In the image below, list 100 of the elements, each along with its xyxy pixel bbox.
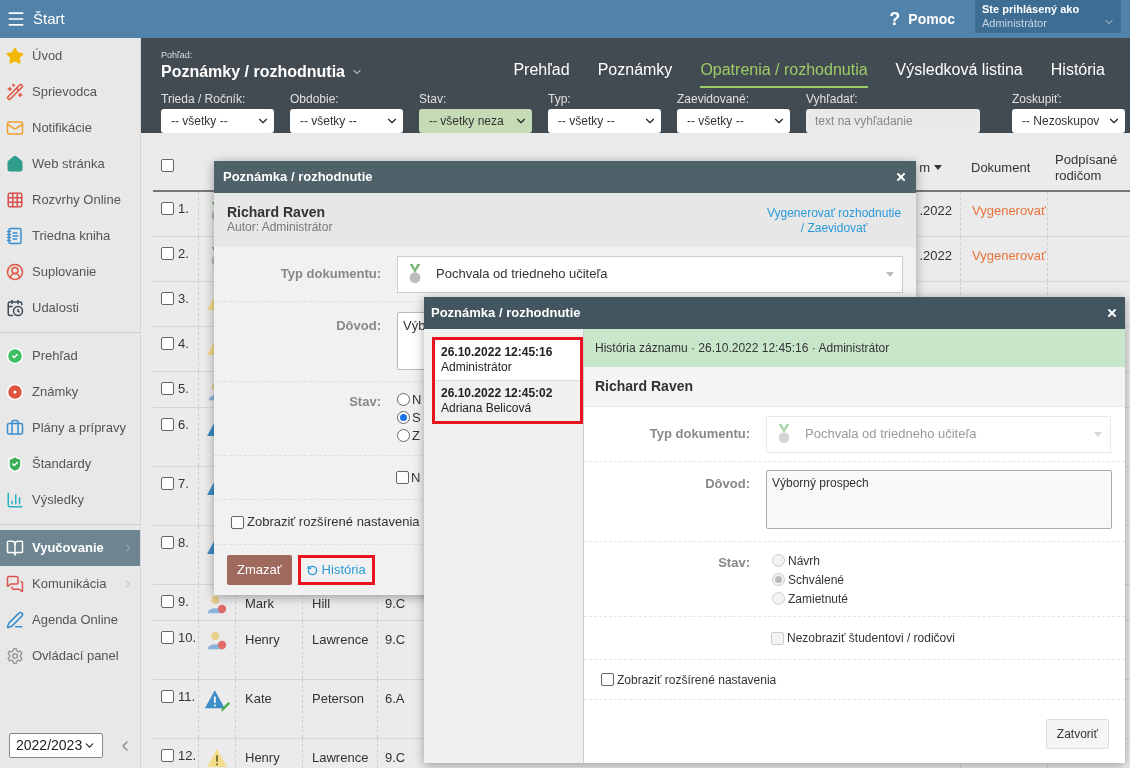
tab[interactable]: Opatrenia / rozhodnutia — [700, 58, 868, 88]
radio-label: N — [412, 390, 422, 409]
sidebar-item[interactable]: Vyučovanie — [0, 530, 140, 566]
tab[interactable]: Prehľad — [513, 58, 570, 88]
tab[interactable]: Výsledková listina — [895, 58, 1023, 88]
view-switcher[interactable]: Poznámky / rozhodnutia — [161, 60, 363, 84]
column-header[interactable]: Dokument — [971, 159, 1031, 176]
field-label: Stav: — [717, 554, 750, 572]
dialog-title: Poznámka / rozhodnutie — [431, 304, 581, 323]
home-title[interactable]: Štart — [33, 7, 65, 31]
author-text: Autor: Administrátor — [227, 220, 333, 234]
filter-select[interactable]: -- všetky neza — [419, 109, 532, 133]
filter-label: Obdobie: — [290, 92, 340, 107]
advanced-checkbox[interactable] — [231, 515, 244, 529]
check-circle-icon — [6, 347, 24, 365]
history-banner: História záznamu · 26.10.2022 12:45:16 · Administrátor — [584, 329, 1125, 367]
sidebar-item[interactable]: Agenda Online — [0, 602, 140, 638]
select-all-checkbox[interactable] — [161, 158, 174, 172]
sidebar-item[interactable]: Rozvrhy Online — [0, 182, 140, 218]
tab[interactable]: Poznámky — [597, 58, 673, 88]
close-icon[interactable] — [1106, 307, 1118, 319]
house-icon — [6, 155, 24, 173]
row-checkbox[interactable] — [161, 631, 174, 644]
search-field[interactable]: text na vyhľadanie — [806, 109, 980, 133]
filter-select[interactable]: -- všetky -- — [290, 109, 403, 133]
table-cell: 9.C — [385, 632, 406, 647]
row-checkbox[interactable] — [161, 536, 174, 549]
tab[interactable]: História — [1050, 58, 1105, 88]
open-book-icon — [6, 539, 24, 557]
help-icon[interactable]: ? — [889, 5, 901, 33]
filter-select[interactable]: -- všetky -- — [161, 109, 274, 133]
sort-caret-icon — [934, 165, 942, 170]
row-number: 4. — [178, 337, 189, 351]
row-number: 3. — [178, 292, 189, 306]
gear-icon — [6, 647, 24, 665]
checkbox-label: Zobraziť rozšírené nastavenia — [247, 513, 420, 532]
row-number: 9. — [178, 595, 189, 609]
row-number: 2. — [178, 247, 189, 261]
sidebar-item[interactable]: Prehľad — [0, 338, 140, 374]
student-name: Richard Raven — [227, 204, 327, 220]
table-cell-text: .2022 — [919, 247, 952, 265]
row-checkbox[interactable] — [161, 202, 174, 215]
row-checkbox[interactable] — [161, 749, 174, 762]
row-checkbox[interactable] — [161, 418, 174, 431]
sidebar-item[interactable]: Triedna kniha — [0, 218, 140, 254]
student-name: Richard Raven — [595, 377, 694, 396]
sidebar-item[interactable]: Ovládací panel — [0, 638, 140, 674]
sidebar-item[interactable]: Udalosti — [0, 290, 140, 326]
close-icon[interactable] — [895, 171, 907, 183]
column-header[interactable]: Podpísané rodičom — [1055, 151, 1130, 184]
row-number: 7. — [178, 477, 189, 491]
year-select[interactable]: 2022/2023 — [9, 733, 103, 758]
document-type-select[interactable]: Pochvala od triedneho učiteľa — [397, 255, 903, 293]
table-cell: Hill — [312, 596, 331, 611]
sidebar-item[interactable]: Úvod — [0, 38, 140, 74]
filter-select[interactable]: -- všetky -- — [548, 109, 661, 133]
row-checkbox[interactable] — [161, 337, 174, 350]
row-checkbox[interactable] — [161, 595, 174, 608]
filter-label: Zaevidované: — [677, 92, 751, 107]
row-checkbox[interactable] — [161, 382, 174, 395]
sidebar-item[interactable]: Notifikácie — [0, 110, 140, 146]
sidebar-item[interactable]: Známky — [0, 374, 140, 410]
menu-icon[interactable] — [6, 9, 26, 29]
row-checkbox[interactable] — [161, 690, 174, 703]
delete-button[interactable]: Zmazať — [227, 555, 292, 585]
row-number: 11. — [178, 690, 196, 704]
field-label: Dôvod: — [704, 475, 750, 493]
table-cell: Henry — [245, 632, 280, 647]
help-link[interactable]: Pomoc — [908, 8, 955, 30]
user-menu[interactable]: Ste prihlásený ako Administrátor — [975, 0, 1121, 33]
field-label: Stav: — [348, 393, 381, 411]
sidebar-item[interactable]: Suplovanie — [0, 254, 140, 290]
sidebar-item[interactable]: Sprievodca — [0, 74, 140, 110]
filter-label: Zoskupiť: — [1012, 92, 1063, 107]
filter-select[interactable]: -- všetky -- — [677, 109, 790, 133]
sidebar-item[interactable]: Plány a prípravy — [0, 410, 140, 446]
sidebar-item[interactable]: Web stránka — [0, 146, 140, 182]
filter-select[interactable]: -- Nezoskupov — [1012, 109, 1125, 133]
row-checkbox[interactable] — [161, 247, 174, 260]
hide-checkbox[interactable] — [396, 471, 409, 484]
history-icon — [306, 564, 318, 576]
column-header[interactable]: m — [919, 159, 930, 176]
table-cell: 6.A — [385, 691, 405, 706]
radio-label: S — [412, 408, 421, 427]
radio-button[interactable] — [397, 429, 410, 442]
row-checkbox[interactable] — [161, 292, 174, 305]
radio-label: Návrh — [788, 552, 820, 570]
table-cell: Mark — [245, 596, 274, 611]
row-checkbox[interactable] — [161, 477, 174, 490]
sidebar-item[interactable]: Výsledky — [0, 482, 140, 518]
radio-button[interactable] — [397, 393, 410, 406]
row-number: 8. — [178, 536, 189, 550]
circle-mark-icon — [6, 383, 24, 401]
sidebar-item[interactable]: Štandardy — [0, 446, 140, 482]
radio-button[interactable] — [397, 411, 410, 424]
notebook-icon — [6, 227, 24, 245]
filter-label: Vyhľadať: — [806, 92, 859, 107]
envelope-icon — [6, 119, 24, 137]
row-number: 12. — [178, 749, 197, 763]
sidebar-item[interactable]: Komunikácia — [0, 566, 140, 602]
